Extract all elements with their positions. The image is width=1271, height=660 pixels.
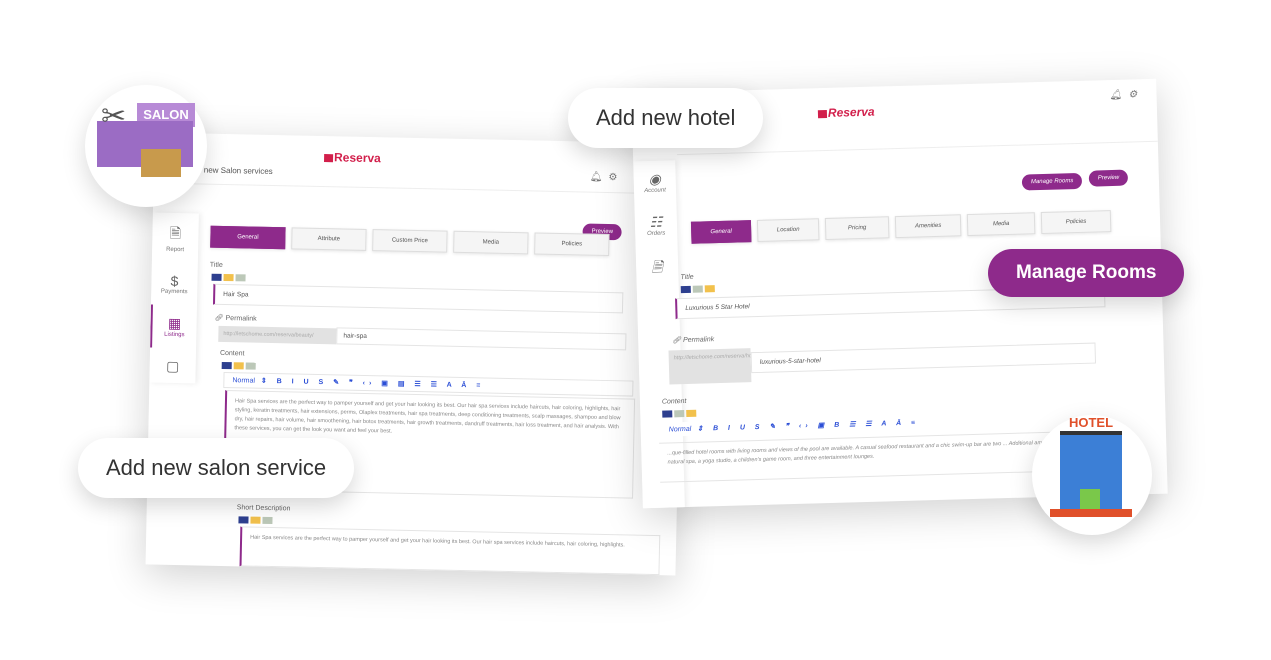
permalink-label: 🔗︎ Permalink [214, 314, 257, 323]
tab-pricing[interactable]: Pricing [824, 216, 890, 241]
orders-icon: ☷ [649, 213, 663, 230]
content-label: Content [219, 349, 245, 358]
tab-attribute[interactable]: Attribute [291, 227, 367, 251]
salon-badge: SALON ✂ [85, 85, 207, 207]
permalink-input[interactable]: hair-spa [336, 327, 627, 351]
title-label: Title [680, 273, 694, 282]
callout-manage-rooms: Manage Rooms [988, 249, 1185, 297]
tab-media[interactable]: Media [966, 212, 1036, 237]
gear-icon[interactable]: ⚙ [1128, 89, 1143, 100]
content-label: Content [661, 397, 687, 406]
document-icon: 🗎 [651, 258, 664, 275]
link-icon: 🔗︎ [672, 337, 682, 345]
tab-general[interactable]: General [210, 225, 286, 250]
language-flags[interactable] [211, 273, 246, 282]
content-language-flags[interactable] [221, 361, 256, 370]
title-label: Title [209, 261, 223, 269]
note-icon: ▢ [165, 357, 180, 375]
bell-icon[interactable]: 🔔︎ [1109, 90, 1128, 102]
dollar-icon: $ [170, 272, 179, 290]
report-icon: 🗎 [169, 224, 182, 242]
tab-policies[interactable]: Policies [1040, 210, 1112, 235]
sidebar-item-report[interactable]: 🗎 Report [152, 212, 199, 263]
callout-add-new-salon-service: Add new salon service [78, 438, 355, 498]
tab-general[interactable]: General [690, 220, 752, 244]
bell-icon[interactable]: 🔔︎ [590, 172, 609, 183]
sidebar-item-more[interactable]: 🗎 [636, 246, 679, 291]
tab-amenities[interactable]: Amenities [894, 214, 962, 239]
title-input[interactable]: Hair Spa [212, 283, 624, 314]
salon-illustration-icon: SALON ✂ [97, 95, 197, 183]
tab-custom-price[interactable]: Custom Price [372, 229, 448, 253]
tab-media[interactable]: Media [453, 230, 529, 255]
short-description-label: Short Description [236, 504, 291, 513]
listings-icon: ▦ [167, 314, 182, 332]
tab-policies[interactable]: Policies [534, 232, 610, 257]
manage-rooms-button[interactable]: Manage Rooms [1021, 172, 1083, 191]
permalink-label: 🔗︎ Permalink [672, 336, 715, 345]
sidebar-item-listings[interactable]: ▦ Listings [150, 304, 197, 349]
sidebar-item-payments[interactable]: $ Payments [151, 262, 198, 305]
gear-icon[interactable]: ⚙ [608, 172, 623, 183]
hotel-badge: HOTEL [1032, 415, 1152, 535]
account-icon: ◉ [648, 170, 662, 187]
permalink-input[interactable]: luxurious-5-star-hotel [750, 342, 1097, 374]
preview-button[interactable]: Preview [1088, 169, 1129, 187]
permalink-prefix: http://letschome.com/reserva/hotel/ [668, 348, 759, 385]
sidebar: 🗎 Report $ Payments ▦ Listings ▢ [149, 212, 199, 385]
callout-add-new-hotel: Add new hotel [568, 88, 764, 148]
reserva-logo: Reserva [817, 105, 875, 121]
page-title: new Salon services [203, 165, 273, 176]
salon-editor-window: Reserva new Salon services 🔔︎⚙ 🗎 Report $… [145, 132, 685, 576]
hotel-illustration-icon: HOTEL [1050, 415, 1132, 519]
sidebar-item-more[interactable]: ▢ [149, 347, 196, 385]
sidebar-item-account[interactable]: ◉ Account [633, 160, 676, 204]
permalink-prefix: http://letschome.com/reserva/beauty/ [218, 325, 337, 345]
sidebar-item-orders[interactable]: ☷ Orders [634, 203, 677, 247]
tab-location[interactable]: Location [756, 218, 820, 242]
reserva-logo: Reserva [323, 150, 381, 165]
short-description-editor[interactable]: Hair Spa services are the perfect way to… [239, 526, 661, 576]
link-icon: 🔗︎ [214, 314, 224, 322]
